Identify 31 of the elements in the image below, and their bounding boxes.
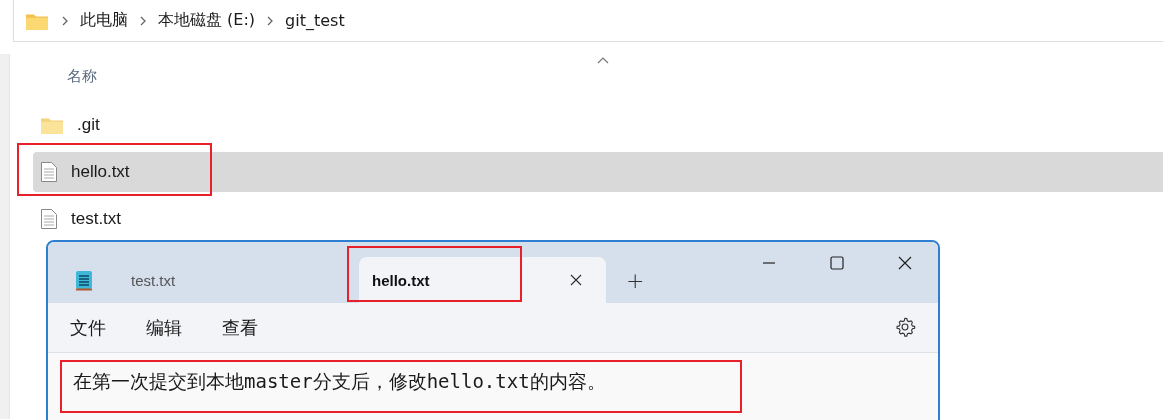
chevron-icon bbox=[62, 15, 68, 26]
file-row[interactable]: test.txt bbox=[33, 199, 130, 239]
notepad-icon bbox=[75, 269, 93, 291]
folder-icon bbox=[26, 11, 48, 30]
maximize-icon[interactable] bbox=[830, 256, 844, 270]
menu-item[interactable]: 文件 bbox=[70, 315, 106, 340]
file-name: hello.txt bbox=[71, 162, 130, 182]
menu-item[interactable]: 查看 bbox=[222, 315, 258, 340]
address-bar[interactable]: 此电脑 本地磁盘 (E:) git_test bbox=[13, 0, 1163, 42]
folder-icon bbox=[41, 116, 63, 134]
new-tab-button[interactable]: + bbox=[606, 257, 665, 303]
settings-icon[interactable] bbox=[894, 316, 916, 338]
column-header[interactable]: 名称 bbox=[67, 66, 97, 86]
file-name: .git bbox=[77, 115, 100, 135]
breadcrumb-item[interactable]: git_test bbox=[285, 11, 345, 30]
document-icon bbox=[41, 162, 57, 182]
sort-caret-icon bbox=[597, 57, 609, 64]
document-text: 在第一次提交到本地master分支后，修改hello.txt的内容。 bbox=[73, 370, 606, 392]
breadcrumb-item[interactable]: 本地磁盘 (E:) bbox=[158, 10, 256, 31]
document-icon bbox=[41, 209, 57, 229]
chevron-icon bbox=[267, 15, 274, 26]
file-name: test.txt bbox=[71, 209, 122, 229]
file-row[interactable]: hello.txt bbox=[33, 152, 1163, 192]
file-row[interactable]: .git bbox=[33, 105, 108, 145]
chevron-icon bbox=[140, 15, 146, 26]
tab[interactable]: hello.txt bbox=[359, 257, 606, 303]
breadcrumb-item[interactable]: 此电脑 bbox=[80, 10, 128, 31]
close-icon[interactable] bbox=[898, 256, 912, 270]
close-icon[interactable] bbox=[570, 274, 582, 286]
menu-item[interactable]: 编辑 bbox=[146, 315, 182, 340]
tab[interactable]: test.txt bbox=[107, 257, 349, 303]
